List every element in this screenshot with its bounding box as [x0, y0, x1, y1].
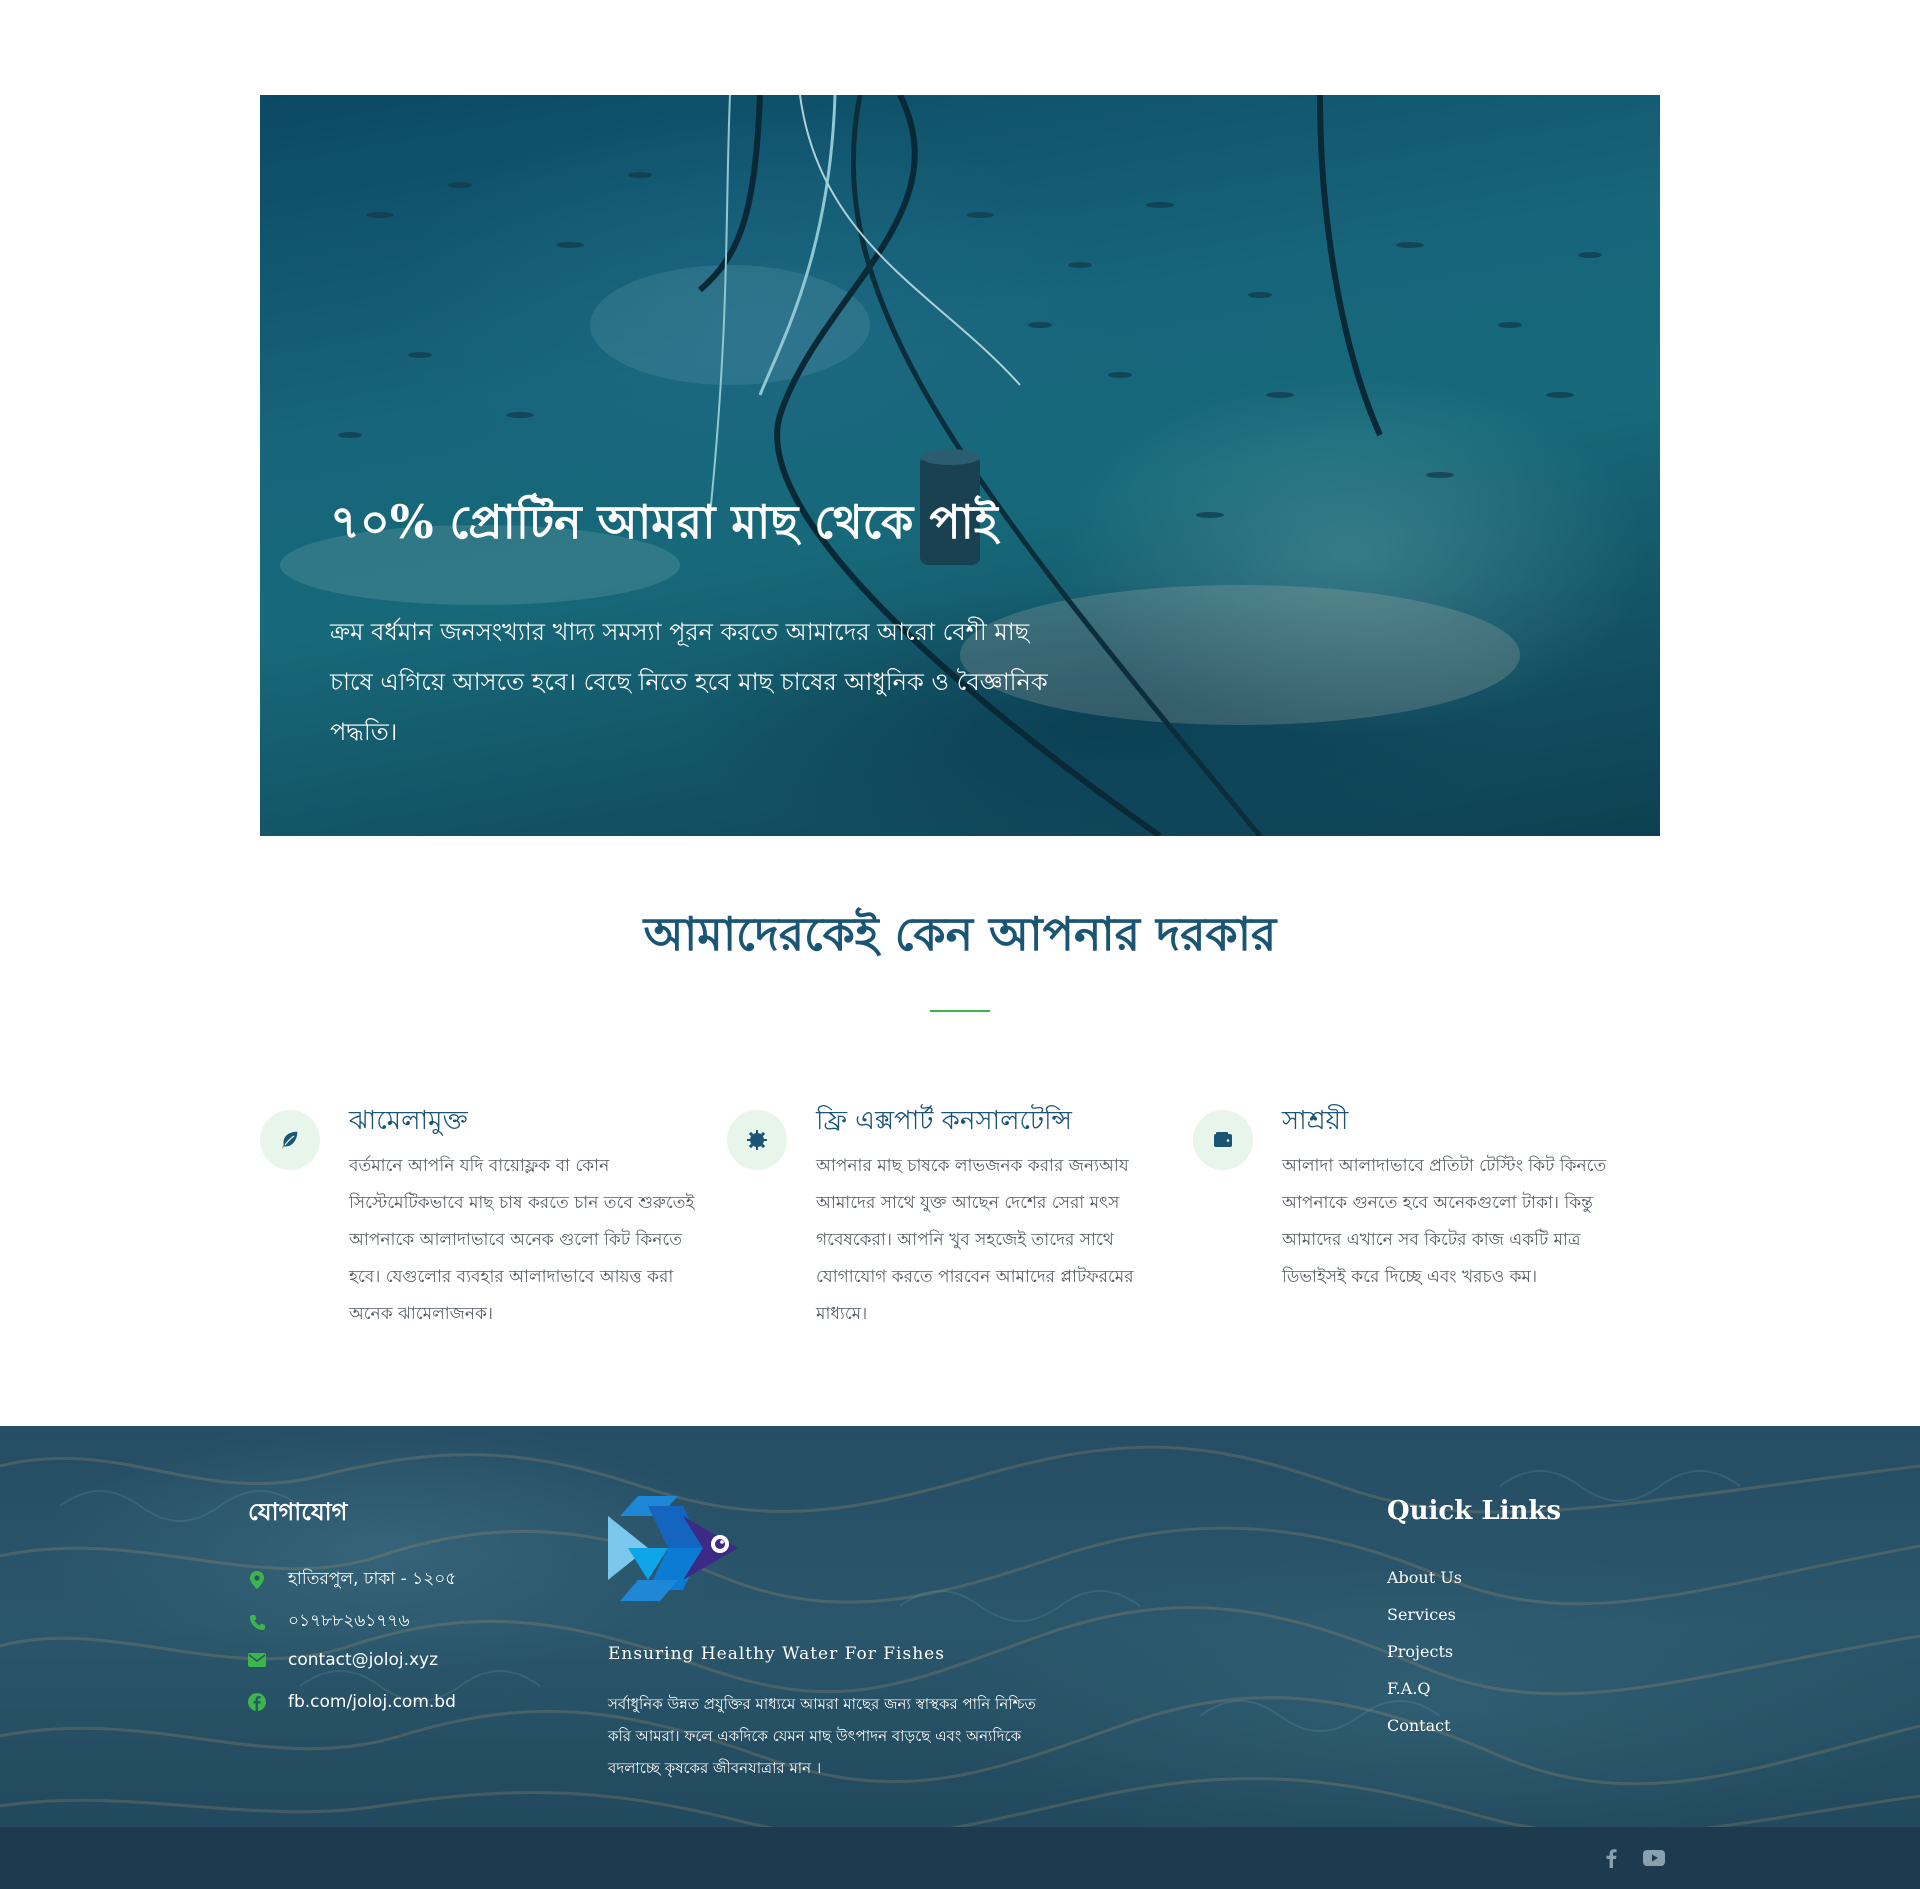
link-faq[interactable]: F.A.Q [1387, 1679, 1430, 1698]
address-text: হাতিরপুল, ঢাকা - ১২০৫ [288, 1569, 457, 1589]
map-marker-icon [248, 1571, 266, 1589]
feature-text: আলাদা আলাদাভাবে প্রতিটা টেস্টিং কিট কিনত… [1282, 1156, 1607, 1287]
feature-title: সাশ্রয়ী [1282, 1106, 1349, 1136]
link-projects[interactable]: Projects [1387, 1642, 1453, 1661]
phone-icon [248, 1613, 266, 1631]
feature-affordable: সাশ্রয়ী আলাদা আলাদাভাবে প্রতিটা টেস্টিং… [1193, 1100, 1633, 1340]
feature-title: ঝামেলামুক্ত [349, 1106, 468, 1136]
contact-heading: যোগাযোগ [248, 1497, 348, 1526]
contact-address: হাতিরপুল, ঢাকা - ১২০৫ [248, 1566, 456, 1594]
contact-facebook[interactable]: fb.com/joloj.com.bd [248, 1692, 456, 1712]
facebook-text: fb.com/joloj.com.bd [288, 1692, 456, 1712]
joloj-logo[interactable] [608, 1496, 738, 1601]
hero-title: ৭০% প্রোটিন আমরা মাছ থেকে পাই [330, 495, 998, 549]
title-divider [930, 1010, 990, 1012]
link-contact[interactable]: Contact [1387, 1716, 1451, 1735]
bottom-bar [0, 1827, 1920, 1889]
feature-text: বর্তমানে আপনি যদি বায়োফ্লক বা কোন সিস্ট… [349, 1156, 695, 1324]
link-about-us[interactable]: About Us [1387, 1568, 1462, 1587]
about-text: সর্বাধুনিক উন্নত প্রযুক্তির মাধ্যমে আমরা… [608, 1695, 1036, 1777]
tagline: Ensuring Healthy Water For Fishes [608, 1644, 945, 1664]
feature-title: ফ্রি এক্সপার্ট কনসালটেন্সি [816, 1106, 1072, 1136]
phone-text: ০১৭৮৮২৬১৭৭৬ [288, 1611, 410, 1631]
email-text: contact@joloj.xyz [288, 1650, 439, 1670]
contact-email[interactable]: contact@joloj.xyz [248, 1650, 438, 1670]
hero-description: ক্রম বর্ধমান জনসংখ্যার খাদ্য সমস্যা পূরন… [330, 618, 1048, 746]
youtube-icon[interactable] [1643, 1847, 1665, 1869]
facebook-icon [248, 1693, 266, 1711]
quick-links-heading: Quick Links [1387, 1496, 1562, 1526]
leaf-icon [260, 1110, 320, 1170]
wallet-icon [1193, 1110, 1253, 1170]
feature-text: আপনার মাছ চাষকে লাভজনক করার জন্যআয আমাদে… [816, 1156, 1134, 1324]
feature-free-consultancy: ফ্রি এক্সপার্ট কনসালটেন্সি আপনার মাছ চাষ… [727, 1100, 1167, 1340]
feature-hassle-free: ঝামেলামুক্ত বর্তমানে আপনি যদি বায়োফ্লক … [260, 1100, 700, 1340]
hero-banner: ৭০% প্রোটিন আমরা মাছ থেকে পাই ক্রম বর্ধম… [260, 95, 1660, 836]
envelope-icon [248, 1651, 266, 1669]
facebook-icon[interactable] [1600, 1847, 1622, 1869]
gear-icon [727, 1110, 787, 1170]
link-services[interactable]: Services [1387, 1605, 1456, 1624]
footer: যোগাযোগ হাতিরপুল, ঢাকা - ১২০৫ ০১৭৮৮২৬১৭৭… [0, 1426, 1920, 1827]
section-title: আমাদেরকেই কেন আপনার দরকার [643, 907, 1277, 961]
contact-phone[interactable]: ০১৭৮৮২৬১৭৭৬ [248, 1608, 410, 1636]
